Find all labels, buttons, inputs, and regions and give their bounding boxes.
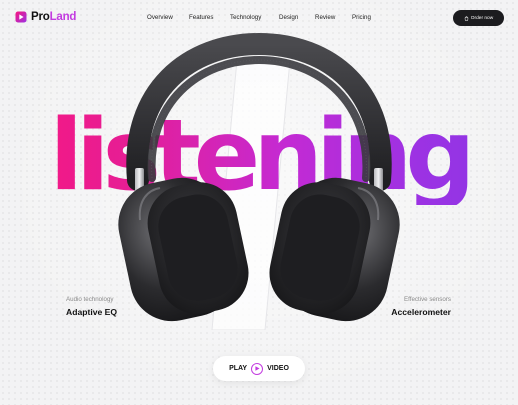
bag-icon: [464, 15, 469, 21]
nav-link-features[interactable]: Features: [189, 14, 213, 21]
play-video-button[interactable]: PLAY VIDEO: [213, 356, 305, 381]
nav-link-pricing[interactable]: Pricing: [352, 14, 371, 21]
main-nav: Overview Features Technology Design Revi…: [0, 14, 518, 24]
nav-link-overview[interactable]: Overview: [147, 14, 173, 21]
feature-subtitle: Effective sensors: [403, 296, 451, 303]
play-label: PLAY: [229, 365, 248, 372]
feature-title: Accelerometer: [391, 307, 451, 317]
feature-accelerometer: Effective sensors Accelerometer: [391, 296, 451, 317]
order-now-label: Order now: [470, 15, 494, 21]
nav-link-review[interactable]: Review: [315, 14, 335, 21]
feature-subtitle: Audio technology: [66, 296, 114, 303]
play-icon: [251, 362, 264, 375]
feature-title: Adaptive EQ: [66, 307, 118, 317]
video-label: VIDEO: [267, 365, 289, 372]
nav-link-technology[interactable]: Technology: [230, 14, 261, 21]
nav-link-design[interactable]: Design: [279, 14, 298, 21]
hero-headline: listening: [0, 107, 518, 205]
feature-adaptive-eq: Audio technology Adaptive EQ: [66, 296, 117, 317]
order-now-button[interactable]: Order now: [453, 10, 504, 26]
